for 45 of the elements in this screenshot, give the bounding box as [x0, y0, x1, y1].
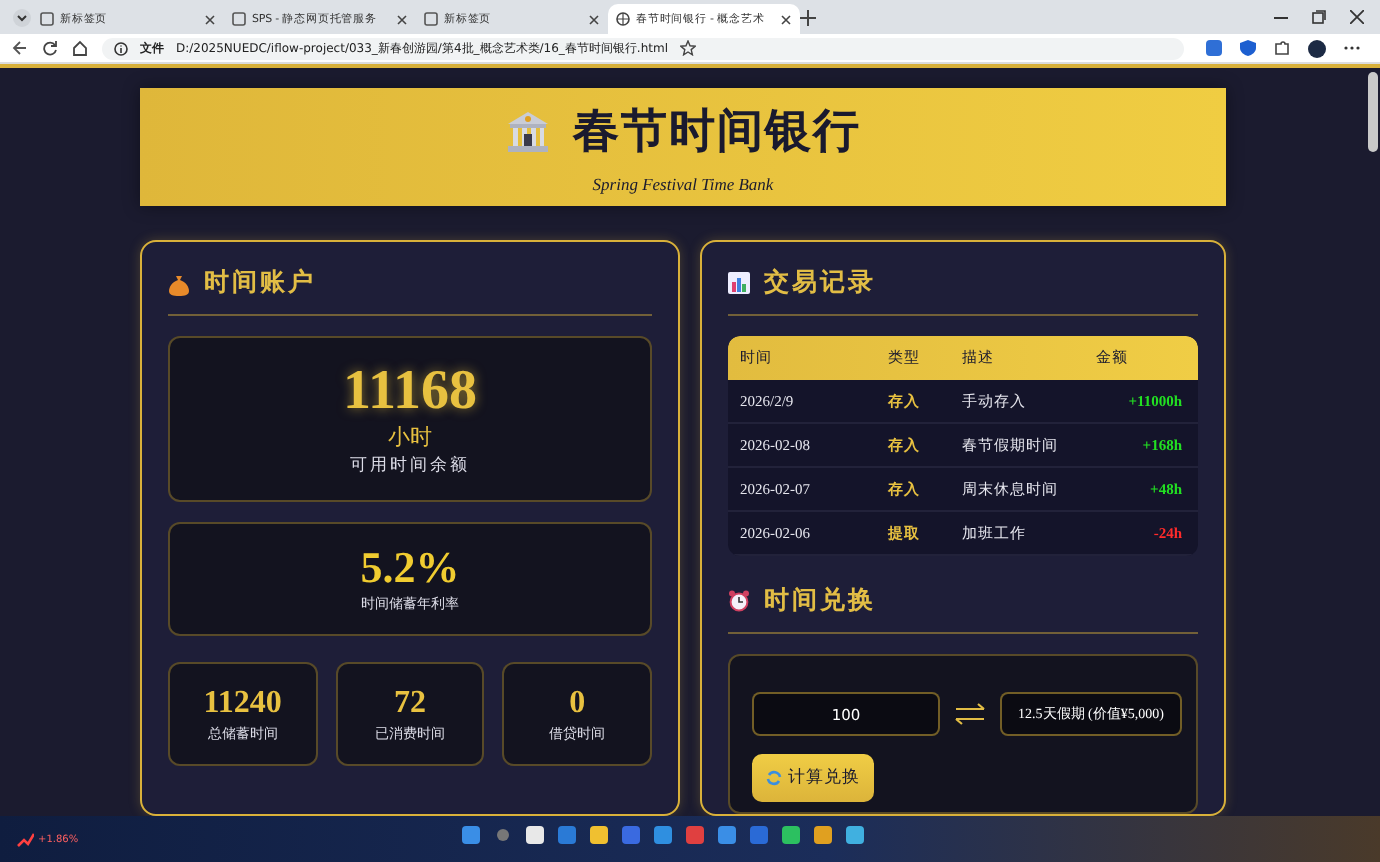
close-icon[interactable]: [396, 13, 408, 25]
info-icon: [114, 41, 128, 55]
refresh-icon[interactable]: [42, 40, 58, 56]
restore-icon[interactable]: [1312, 10, 1326, 24]
avatar-icon[interactable]: [1308, 39, 1326, 57]
shield-icon[interactable]: [1240, 40, 1256, 56]
stat-value: 0: [569, 683, 586, 723]
section-title: 时间账户: [204, 266, 316, 300]
app-icon[interactable]: [684, 824, 706, 846]
close-icon[interactable]: [1350, 10, 1364, 24]
section-title: 时间兑换: [764, 584, 876, 618]
tab-list-icon[interactable]: [12, 7, 32, 27]
app-icon[interactable]: [620, 824, 642, 846]
app-icon[interactable]: [716, 824, 738, 846]
money-bag-icon: [168, 271, 190, 295]
rate-value: 5.2%: [360, 542, 460, 594]
bar-chart-icon: [728, 272, 750, 294]
balance-unit: 小时: [388, 424, 432, 452]
new-tab-icon[interactable]: [800, 9, 816, 25]
page-icon: [232, 12, 246, 26]
stock-chart-icon[interactable]: [16, 830, 34, 848]
balance-value: 11168: [343, 360, 477, 424]
globe-icon: [616, 12, 630, 26]
app-icon[interactable]: [556, 824, 578, 846]
app-icon[interactable]: [844, 824, 866, 846]
back-icon[interactable]: [12, 40, 28, 56]
section-title: 交易记录: [764, 266, 876, 300]
calculate-button[interactable]: 计算兑换: [752, 754, 874, 802]
stat-value: 11240: [203, 683, 282, 723]
alarm-clock-icon: [728, 590, 750, 612]
close-icon[interactable]: [780, 13, 792, 25]
close-icon[interactable]: [204, 13, 216, 25]
stat-value: 72: [393, 683, 426, 723]
scrollbar-thumb[interactable]: [1368, 72, 1378, 152]
close-icon[interactable]: [588, 13, 600, 25]
page-icon: [424, 12, 438, 26]
bank-icon: [505, 109, 549, 153]
page-subtitle: Spring Festival Time Bank: [592, 174, 774, 194]
refresh-icon: [766, 770, 782, 786]
balance-label: 可用时间余额: [350, 452, 470, 478]
page-title: 春节时间银行: [573, 104, 861, 160]
swap-arrows-icon: [954, 702, 986, 726]
home-icon[interactable]: [72, 40, 88, 56]
page-icon: [40, 12, 54, 26]
star-icon[interactable]: [680, 40, 696, 56]
